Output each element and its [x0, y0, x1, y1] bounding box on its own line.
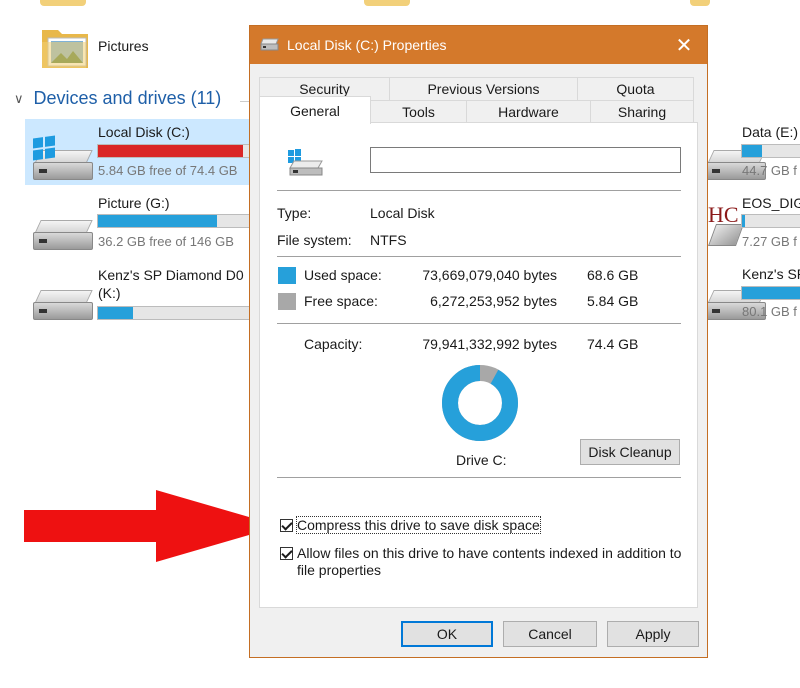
capacity-bytes: 79,941,332,992 bytes	[422, 336, 557, 352]
file-system-value: NTFS	[370, 232, 407, 248]
drive-k-name-line1: Kenz's SP Diamond D0	[98, 267, 244, 283]
type-label: Type:	[277, 205, 312, 221]
devices-group-title: Devices and drives (11)	[33, 88, 222, 108]
capacity-label: Capacity:	[304, 336, 363, 352]
dialog-title: Local Disk (C:) Properties	[287, 37, 447, 53]
tab-hardware[interactable]: Hardware	[466, 100, 591, 124]
used-space-size: 68.6 GB	[587, 267, 639, 283]
hard-drive-icon	[33, 218, 93, 252]
drive-caption: Drive C:	[456, 452, 507, 468]
apply-label: Apply	[635, 626, 671, 642]
folder-icon-partial	[40, 0, 86, 6]
used-space-label: Used space:	[304, 267, 382, 283]
drive-kenz-right-free-text: 80.1 GB f	[742, 304, 797, 319]
capacity-size: 74.4 GB	[587, 336, 639, 352]
compress-drive-checkbox[interactable]	[280, 519, 293, 532]
file-system-label: File system:	[277, 232, 352, 248]
dialog-title-bar[interactable]: Local Disk (C:) Properties ✕	[250, 26, 707, 64]
tab-previous-versions[interactable]: Previous Versions	[389, 77, 578, 101]
red-arrow-annotation	[24, 490, 280, 562]
drive-kenz-right-name: Kenz's SP	[742, 266, 800, 282]
free-space-swatch	[278, 293, 296, 310]
hard-drive-icon	[33, 288, 93, 322]
drive-g-name: Picture (G:)	[98, 195, 170, 211]
drive-eos-name: EOS_DIG	[742, 195, 800, 211]
apply-button[interactable]: Apply	[607, 621, 699, 647]
close-button[interactable]: ✕	[661, 26, 707, 64]
folder-icon-partial	[690, 0, 710, 6]
divider	[277, 256, 681, 257]
used-space-swatch	[278, 267, 296, 284]
ok-button[interactable]: OK	[401, 621, 493, 647]
tab-sharing[interactable]: Sharing	[590, 100, 694, 124]
drive-e-usage-bar	[741, 144, 800, 158]
pictures-folder-icon[interactable]	[40, 22, 90, 70]
sdhc-badge: HC	[708, 202, 739, 227]
folder-icon-partial	[364, 0, 410, 6]
devices-group-header[interactable]: ∨ Devices and drives (11)	[14, 88, 221, 109]
index-contents-label-line1[interactable]: Allow files on this drive to have conten…	[297, 545, 681, 561]
disk-cleanup-label: Disk Cleanup	[588, 444, 672, 460]
tab-quota[interactable]: Quota	[577, 77, 694, 101]
drive-kenz-right-usage-bar	[741, 286, 800, 300]
free-space-size: 5.84 GB	[587, 293, 639, 309]
volume-label-input[interactable]	[370, 147, 681, 173]
divider	[277, 323, 681, 324]
sd-card-icon: HC	[706, 202, 745, 246]
free-space-label: Free space:	[304, 293, 378, 309]
close-icon: ✕	[675, 34, 693, 57]
divider	[277, 477, 681, 478]
drive-c-usage-bar	[97, 144, 257, 158]
chevron-down-icon[interactable]: ∨	[14, 91, 24, 107]
tab-tools[interactable]: Tools	[370, 100, 467, 124]
drive-eos-usage-bar	[741, 214, 800, 228]
drive-e-name: Data (E:)	[742, 124, 799, 140]
drive-icon	[260, 38, 279, 51]
used-space-bytes: 73,669,079,040 bytes	[422, 267, 557, 283]
donut-used-ring	[442, 365, 518, 441]
cancel-label: Cancel	[528, 626, 572, 642]
drive-k-usage-bar	[97, 306, 257, 320]
drive-c-name: Local Disk (C:)	[98, 124, 190, 140]
windows-logo-icon	[33, 135, 55, 161]
drive-g-usage-bar	[97, 214, 257, 228]
pictures-folder-label[interactable]: Pictures	[98, 38, 149, 54]
drive-eos-free-text: 7.27 GB f	[742, 234, 797, 249]
local-disk-icon	[288, 149, 323, 176]
disk-usage-donut	[442, 365, 518, 441]
drive-k-name-line2: (K:)	[98, 285, 121, 301]
free-space-bytes: 6,272,253,952 bytes	[430, 293, 557, 309]
drive-c-free-text: 5.84 GB free of 74.4 GB	[98, 163, 238, 178]
general-tab-panel: Type: Local Disk File system: NTFS Used …	[259, 122, 698, 608]
ok-label: OK	[436, 626, 458, 642]
disk-cleanup-button[interactable]: Disk Cleanup	[580, 439, 680, 465]
index-contents-label-line2[interactable]: file properties	[297, 562, 381, 578]
divider	[277, 190, 681, 191]
properties-dialog: Local Disk (C:) Properties ✕ Security Pr…	[249, 25, 708, 658]
compress-drive-label[interactable]: Compress this drive to save disk space	[296, 516, 541, 534]
cancel-button[interactable]: Cancel	[503, 621, 597, 647]
tab-general[interactable]: General	[259, 96, 371, 124]
drive-e-free-text: 44.7 GB f	[742, 163, 797, 178]
index-contents-checkbox[interactable]	[280, 547, 293, 560]
drive-g-free-text: 36.2 GB free of 146 GB	[98, 234, 234, 249]
type-value: Local Disk	[370, 205, 435, 221]
